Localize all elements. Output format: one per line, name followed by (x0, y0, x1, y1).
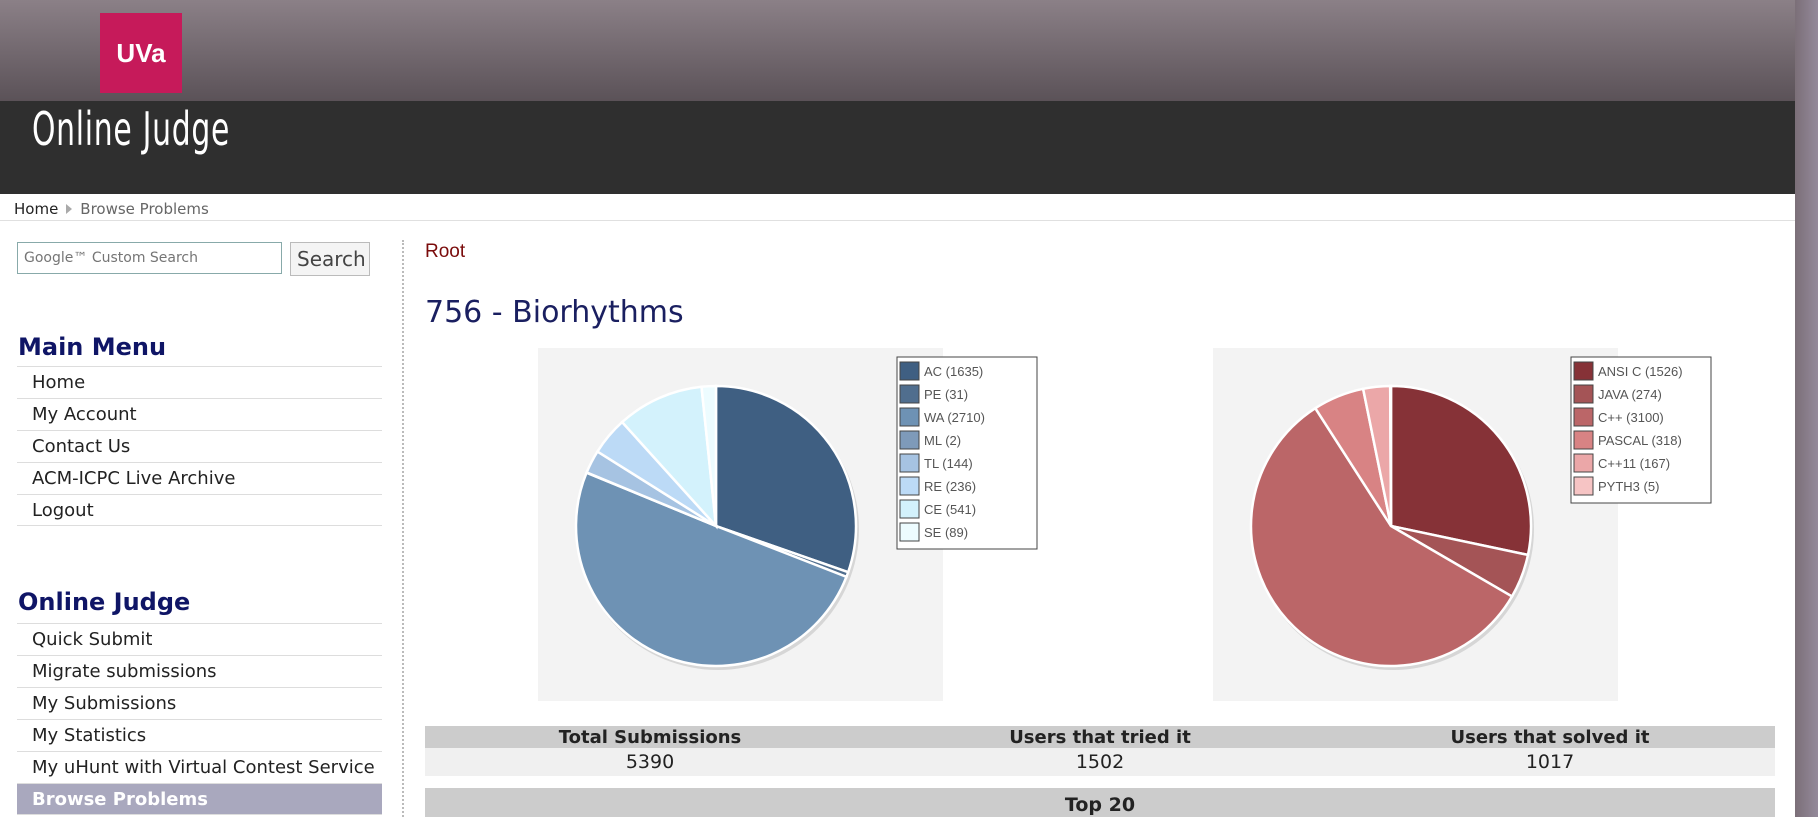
legend-swatch (899, 430, 920, 450)
legend-label: ML (2) (924, 433, 961, 448)
stats-header-tried: Users that tried it (1009, 727, 1191, 748)
legend-label: C++ (3100) (1598, 410, 1664, 425)
legend-label: ANSI C (1526) (1598, 364, 1683, 379)
stats-values-row: 5390 1502 1017 (425, 748, 1775, 776)
legend-label: PASCAL (318) (1598, 433, 1682, 448)
stats-total-submissions: 5390 (625, 751, 675, 773)
legend-swatch (1573, 361, 1594, 381)
legend-label: AC (1635) (924, 364, 983, 379)
legend-swatch (899, 407, 920, 427)
legend-swatch (899, 453, 920, 473)
legend-label: RE (236) (924, 479, 976, 494)
stats-header-total: Total Submissions (558, 727, 742, 748)
legend-swatch (1573, 476, 1594, 496)
legend-swatch (899, 499, 920, 519)
legend-swatch (1573, 453, 1594, 473)
stats-header-solved: Users that solved it (1450, 727, 1650, 748)
legend-swatch (899, 361, 920, 381)
pie-slice[interactable] (1388, 384, 1393, 527)
legend-swatch (1573, 430, 1594, 450)
stats-users-solved: 1017 (1525, 751, 1575, 773)
legend-label: PYTH3 (5) (1598, 479, 1659, 494)
stats-users-tried: 1502 (1075, 751, 1125, 773)
stats-header-row: Total Submissions Users that tried it Us… (425, 726, 1775, 748)
legend-swatch (899, 522, 920, 542)
charts-area: AC (1635) PE (31) WA (2710) ML (2) TL (144) R… (538, 348, 1712, 701)
legend-label: JAVA (274) (1598, 387, 1662, 402)
legend-label: PE (31) (924, 387, 968, 402)
legend-swatch (1573, 384, 1594, 404)
legend-label: SE (89) (924, 525, 968, 540)
legend-label: WA (2710) (924, 410, 985, 425)
legend-label: TL (144) (924, 456, 973, 471)
legend-swatch (899, 476, 920, 496)
top20-header: Top 20 (425, 788, 1775, 817)
legend-label: CE (541) (924, 502, 976, 517)
legend-swatch (1573, 407, 1594, 427)
legend-label: C++11 (167) (1598, 456, 1670, 471)
legend-swatch (899, 384, 920, 404)
